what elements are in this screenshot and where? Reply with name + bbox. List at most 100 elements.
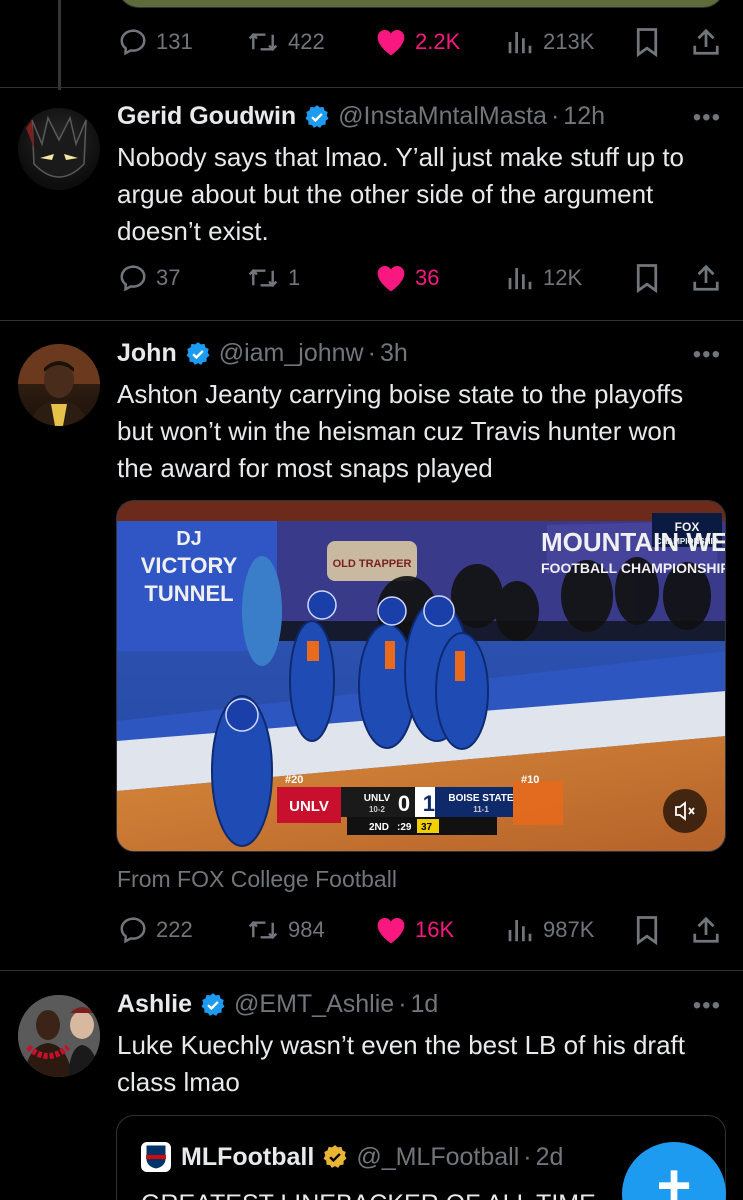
display-name[interactable]: Ashlie: [117, 990, 192, 1019]
handle[interactable]: @EMT_Ashlie: [234, 990, 394, 1019]
like-button[interactable]: 36: [375, 258, 439, 298]
views-count: 987K: [543, 917, 595, 942]
repost-button[interactable]: 422: [246, 22, 325, 62]
reply-icon: [118, 915, 148, 945]
separator-dot: ·: [398, 990, 407, 1018]
video-frame: DJ VICTORY TUNNEL MOUNTAIN WEST FOOTBALL…: [117, 501, 726, 851]
repost-count: 984: [288, 917, 325, 942]
like-icon: [375, 27, 407, 57]
reply-button[interactable]: 222: [118, 910, 193, 950]
share-icon: [691, 915, 721, 945]
tweet-header: Ashlie @EMT_Ashlie · 1d: [117, 990, 438, 1019]
reply-count: 131: [156, 29, 193, 54]
avatar[interactable]: [18, 108, 100, 190]
video-player[interactable]: DJ VICTORY TUNNEL MOUNTAIN WEST FOOTBALL…: [116, 500, 726, 852]
tweet-text: Luke Kuechly wasn’t even the best LB of …: [117, 1030, 686, 1097]
network-logo: FOX: [675, 520, 700, 534]
scorebug-text: #10: [521, 774, 539, 786]
display-name[interactable]: John: [117, 339, 177, 368]
like-button[interactable]: 2.2K: [375, 22, 460, 62]
mute-icon[interactable]: [663, 789, 707, 833]
avatar[interactable]: [18, 995, 100, 1077]
tweet-action-bar: 222 984 16K 987K: [0, 910, 743, 950]
share-icon: [691, 263, 721, 293]
bookmark-button[interactable]: [633, 910, 661, 950]
bookmark-button[interactable]: [633, 22, 661, 62]
repost-count: 1: [288, 265, 301, 290]
tweet-text: Nobody says that lmao. Y’all just make s…: [117, 142, 684, 246]
handle[interactable]: @InstaMntalMasta: [338, 102, 547, 131]
timestamp[interactable]: 12h: [563, 102, 605, 131]
scorebug-text: UNLV: [289, 798, 329, 815]
views-count: 213K: [543, 29, 595, 54]
repost-icon: [246, 915, 280, 945]
verified-icon: [322, 1144, 348, 1170]
avatar[interactable]: [18, 344, 100, 426]
more-icon[interactable]: •••: [693, 992, 721, 1020]
scorebug-text: UNLV: [364, 793, 391, 804]
bookmark-icon: [633, 27, 661, 57]
like-count: 2.2K: [415, 29, 461, 54]
reply-button[interactable]: 37: [118, 258, 180, 298]
reply-button[interactable]: 131: [118, 22, 193, 62]
banner-text: VICTORY: [141, 553, 238, 578]
scorebug-text: #20: [285, 774, 303, 786]
network-logo: CHAMPIONSHIP: [656, 537, 719, 546]
more-icon[interactable]: •••: [693, 341, 721, 369]
separator-dot: ·: [550, 102, 560, 130]
views-icon: [505, 27, 535, 57]
banner-text: OLD TRAPPER: [333, 558, 412, 570]
avatar: [141, 1142, 171, 1172]
reply-icon: [118, 263, 148, 293]
handle[interactable]: @iam_johnw: [219, 339, 364, 368]
share-button[interactable]: [691, 910, 721, 950]
scorebug-text: :29: [397, 822, 412, 833]
repost-icon: [246, 263, 280, 293]
reply-count: 222: [156, 917, 193, 942]
more-icon[interactable]: •••: [693, 104, 721, 132]
repost-count: 422: [288, 29, 325, 54]
like-button[interactable]: 16K: [375, 910, 454, 950]
display-name: MLFootball: [181, 1142, 315, 1171]
tweet-header: Gerid Goudwin @InstaMntalMasta · 12h: [117, 102, 605, 131]
display-name[interactable]: Gerid Goudwin: [117, 102, 296, 131]
repost-icon: [246, 27, 280, 57]
separator-dot: ·: [523, 1142, 532, 1171]
views-icon: [505, 915, 535, 945]
top-tweet-action-bar: 131 422 2.2K 213K: [0, 22, 743, 62]
bookmark-button[interactable]: [633, 258, 661, 298]
banner-text: FOOTBALL CHAMPIONSHIP: [541, 560, 726, 576]
scorebug-text: 14: [423, 791, 448, 816]
like-icon: [375, 915, 407, 945]
views-button[interactable]: 213K: [505, 22, 594, 62]
views-count: 12K: [543, 265, 583, 290]
scorebug-text: 10-2: [369, 805, 386, 814]
share-button[interactable]: [691, 258, 721, 298]
timestamp[interactable]: 1d: [411, 990, 439, 1019]
compose-icon: +: [656, 1152, 692, 1200]
reply-icon: [118, 27, 148, 57]
repost-button[interactable]: 984: [246, 910, 325, 950]
quoted-tweet-text: GREATEST LINEBACKER OF ALL TIME: [141, 1190, 596, 1200]
tweet-divider: [0, 970, 743, 971]
views-button[interactable]: 987K: [505, 910, 594, 950]
scorebug-text: 11-1: [473, 805, 489, 814]
verified-icon: [185, 341, 211, 367]
scorebug-text: 0: [398, 791, 410, 816]
media-source-caption[interactable]: From FOX College Football: [117, 866, 397, 893]
separator-dot: ·: [367, 339, 376, 367]
like-count: 16K: [415, 917, 455, 942]
timestamp[interactable]: 3h: [380, 339, 408, 368]
share-button[interactable]: [691, 22, 721, 62]
tweet-text: Ashton Jeanty carrying boise state to th…: [117, 379, 684, 483]
tweet-divider: [0, 320, 743, 321]
repost-button[interactable]: 1: [246, 258, 300, 298]
timestamp: 2d: [535, 1142, 564, 1171]
verified-icon: [304, 104, 330, 130]
views-button[interactable]: 12K: [505, 258, 582, 298]
previous-tweet-media[interactable]: [117, 0, 725, 8]
reply-count: 37: [156, 265, 181, 290]
handle: @_MLFootball: [356, 1142, 520, 1171]
verified-icon: [200, 992, 226, 1018]
scorebug-text: 37: [421, 822, 433, 833]
